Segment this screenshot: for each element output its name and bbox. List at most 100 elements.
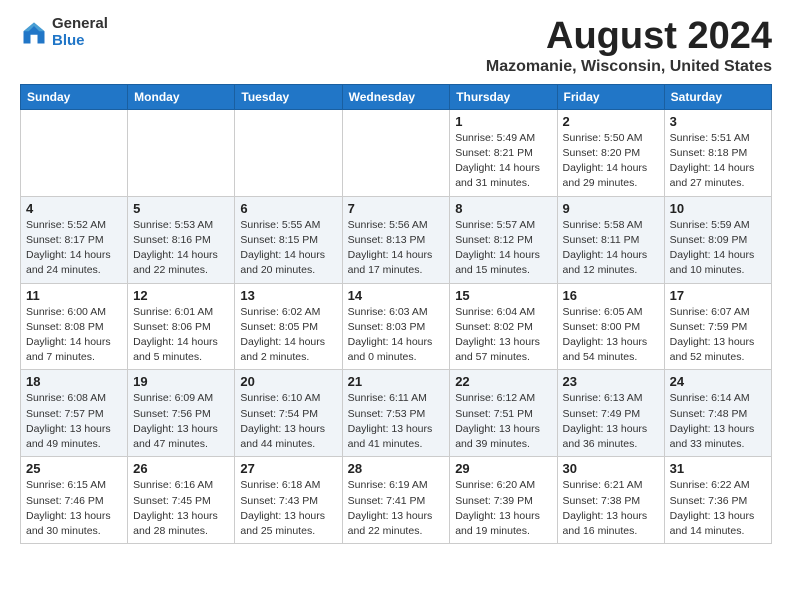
calendar-cell: 6 Sunrise: 5:55 AM Sunset: 8:15 PM Daylig… xyxy=(235,196,342,283)
calendar-cell: 19Sunrise: 6:09 AM Sunset: 7:56 PM Dayli… xyxy=(128,370,235,457)
day-info: Sunrise: 6:19 AM Sunset: 7:41 PM Dayligh… xyxy=(348,478,445,539)
title-area: August 2024 Mazomanie, Wisconsin, United… xyxy=(486,16,772,76)
calendar-cell: 14 Sunrise: 6:03 AM Sunset: 8:03 PM Dayli… xyxy=(342,283,450,370)
calendar-week-5: 25 Sunrise: 6:15 AM Sunset: 7:46 PM Dayli… xyxy=(21,457,772,544)
day-number: 31 xyxy=(670,461,766,476)
day-number: 2 xyxy=(563,114,659,129)
day-number: 8 xyxy=(455,201,551,216)
day-number: 9 xyxy=(563,201,659,216)
calendar-week-4: 18Sunrise: 6:08 AM Sunset: 7:57 PM Dayli… xyxy=(21,370,772,457)
calendar-cell: 15 Sunrise: 6:04 AM Sunset: 8:02 PM Dayli… xyxy=(450,283,557,370)
day-info: Sunrise: 6:20 AM Sunset: 7:39 PM Dayligh… xyxy=(455,478,551,539)
day-info: Sunrise: 6:21 AM Sunset: 7:38 PM Dayligh… xyxy=(563,478,659,539)
month-title: August 2024 xyxy=(486,16,772,58)
day-info: Sunrise: 5:57 AM Sunset: 8:12 PM Dayligh… xyxy=(455,218,551,279)
day-info: Sunrise: 5:51 AM Sunset: 8:18 PM Dayligh… xyxy=(670,131,766,192)
day-number: 19 xyxy=(133,374,229,389)
calendar-cell: 9 Sunrise: 5:58 AM Sunset: 8:11 PM Daylig… xyxy=(557,196,664,283)
calendar-cell: 5 Sunrise: 5:53 AM Sunset: 8:16 PM Daylig… xyxy=(128,196,235,283)
day-info: Sunrise: 6:04 AM Sunset: 8:02 PM Dayligh… xyxy=(455,305,551,366)
day-number: 12 xyxy=(133,288,229,303)
day-number: 23 xyxy=(563,374,659,389)
day-info: Sunrise: 5:59 AM Sunset: 8:09 PM Dayligh… xyxy=(670,218,766,279)
day-info: Sunrise: 6:12 AM Sunset: 7:51 PM Dayligh… xyxy=(455,391,551,452)
day-number: 27 xyxy=(240,461,336,476)
day-info: Sunrise: 6:01 AM Sunset: 8:06 PM Dayligh… xyxy=(133,305,229,366)
day-number: 28 xyxy=(348,461,445,476)
day-info: Sunrise: 5:49 AM Sunset: 8:21 PM Dayligh… xyxy=(455,131,551,192)
day-number: 5 xyxy=(133,201,229,216)
day-info: Sunrise: 6:00 AM Sunset: 8:08 PM Dayligh… xyxy=(26,305,122,366)
calendar-cell xyxy=(128,109,235,196)
calendar-cell: 31 Sunrise: 6:22 AM Sunset: 7:36 PM Dayli… xyxy=(664,457,771,544)
day-info: Sunrise: 5:56 AM Sunset: 8:13 PM Dayligh… xyxy=(348,218,445,279)
day-number: 30 xyxy=(563,461,659,476)
calendar-table: Sunday Monday Tuesday Wednesday Thursday… xyxy=(20,84,772,544)
calendar-cell: 24Sunrise: 6:14 AM Sunset: 7:48 PM Dayli… xyxy=(664,370,771,457)
day-number: 13 xyxy=(240,288,336,303)
day-info: Sunrise: 5:53 AM Sunset: 8:16 PM Dayligh… xyxy=(133,218,229,279)
col-friday: Friday xyxy=(557,84,664,109)
day-info: Sunrise: 6:03 AM Sunset: 8:03 PM Dayligh… xyxy=(348,305,445,366)
calendar-week-3: 11 Sunrise: 6:00 AM Sunset: 8:08 PM Dayli… xyxy=(21,283,772,370)
day-number: 4 xyxy=(26,201,122,216)
col-monday: Monday xyxy=(128,84,235,109)
calendar-cell: 18Sunrise: 6:08 AM Sunset: 7:57 PM Dayli… xyxy=(21,370,128,457)
day-number: 6 xyxy=(240,201,336,216)
day-info: Sunrise: 6:05 AM Sunset: 8:00 PM Dayligh… xyxy=(563,305,659,366)
calendar-header-row: Sunday Monday Tuesday Wednesday Thursday… xyxy=(21,84,772,109)
calendar-cell: 26Sunrise: 6:16 AM Sunset: 7:45 PM Dayli… xyxy=(128,457,235,544)
day-number: 18 xyxy=(26,374,122,389)
day-info: Sunrise: 6:16 AM Sunset: 7:45 PM Dayligh… xyxy=(133,478,229,539)
col-sunday: Sunday xyxy=(21,84,128,109)
calendar-cell: 23 Sunrise: 6:13 AM Sunset: 7:49 PM Dayli… xyxy=(557,370,664,457)
day-number: 25 xyxy=(26,461,122,476)
calendar-cell xyxy=(235,109,342,196)
day-number: 21 xyxy=(348,374,445,389)
calendar-cell: 13 Sunrise: 6:02 AM Sunset: 8:05 PM Dayli… xyxy=(235,283,342,370)
page-header: General Blue August 2024 Mazomanie, Wisc… xyxy=(20,16,772,76)
day-number: 1 xyxy=(455,114,551,129)
day-info: Sunrise: 6:13 AM Sunset: 7:49 PM Dayligh… xyxy=(563,391,659,452)
calendar-cell: 12 Sunrise: 6:01 AM Sunset: 8:06 PM Dayli… xyxy=(128,283,235,370)
day-info: Sunrise: 5:52 AM Sunset: 8:17 PM Dayligh… xyxy=(26,218,122,279)
day-info: Sunrise: 5:55 AM Sunset: 8:15 PM Dayligh… xyxy=(240,218,336,279)
calendar-cell: 21 Sunrise: 6:11 AM Sunset: 7:53 PM Dayli… xyxy=(342,370,450,457)
day-info: Sunrise: 6:15 AM Sunset: 7:46 PM Dayligh… xyxy=(26,478,122,539)
day-number: 3 xyxy=(670,114,766,129)
logo-blue-text: Blue xyxy=(52,33,108,50)
col-tuesday: Tuesday xyxy=(235,84,342,109)
calendar-cell xyxy=(21,109,128,196)
logo-icon xyxy=(20,19,48,47)
logo-general-text: General xyxy=(52,16,108,33)
day-number: 16 xyxy=(563,288,659,303)
calendar-week-2: 4 Sunrise: 5:52 AM Sunset: 8:17 PM Daylig… xyxy=(21,196,772,283)
calendar-cell: 16 Sunrise: 6:05 AM Sunset: 8:00 PM Dayli… xyxy=(557,283,664,370)
col-saturday: Saturday xyxy=(664,84,771,109)
calendar-cell: 10 Sunrise: 5:59 AM Sunset: 8:09 PM Dayli… xyxy=(664,196,771,283)
calendar-cell: 28 Sunrise: 6:19 AM Sunset: 7:41 PM Dayli… xyxy=(342,457,450,544)
day-info: Sunrise: 6:11 AM Sunset: 7:53 PM Dayligh… xyxy=(348,391,445,452)
calendar-week-1: 1 Sunrise: 5:49 AM Sunset: 8:21 PM Daylig… xyxy=(21,109,772,196)
col-thursday: Thursday xyxy=(450,84,557,109)
day-info: Sunrise: 6:02 AM Sunset: 8:05 PM Dayligh… xyxy=(240,305,336,366)
calendar-cell: 22 Sunrise: 6:12 AM Sunset: 7:51 PM Dayli… xyxy=(450,370,557,457)
day-number: 22 xyxy=(455,374,551,389)
logo-text: General Blue xyxy=(52,16,108,49)
day-info: Sunrise: 6:22 AM Sunset: 7:36 PM Dayligh… xyxy=(670,478,766,539)
calendar-cell: 20Sunrise: 6:10 AM Sunset: 7:54 PM Dayli… xyxy=(235,370,342,457)
calendar-cell: 25 Sunrise: 6:15 AM Sunset: 7:46 PM Dayli… xyxy=(21,457,128,544)
day-number: 7 xyxy=(348,201,445,216)
calendar-cell: 4 Sunrise: 5:52 AM Sunset: 8:17 PM Daylig… xyxy=(21,196,128,283)
day-number: 17 xyxy=(670,288,766,303)
day-info: Sunrise: 5:58 AM Sunset: 8:11 PM Dayligh… xyxy=(563,218,659,279)
calendar-cell: 27Sunrise: 6:18 AM Sunset: 7:43 PM Dayli… xyxy=(235,457,342,544)
calendar-cell: 7 Sunrise: 5:56 AM Sunset: 8:13 PM Daylig… xyxy=(342,196,450,283)
day-number: 11 xyxy=(26,288,122,303)
day-number: 15 xyxy=(455,288,551,303)
calendar-cell: 1 Sunrise: 5:49 AM Sunset: 8:21 PM Daylig… xyxy=(450,109,557,196)
day-number: 14 xyxy=(348,288,445,303)
day-number: 20 xyxy=(240,374,336,389)
day-number: 10 xyxy=(670,201,766,216)
day-number: 24 xyxy=(670,374,766,389)
